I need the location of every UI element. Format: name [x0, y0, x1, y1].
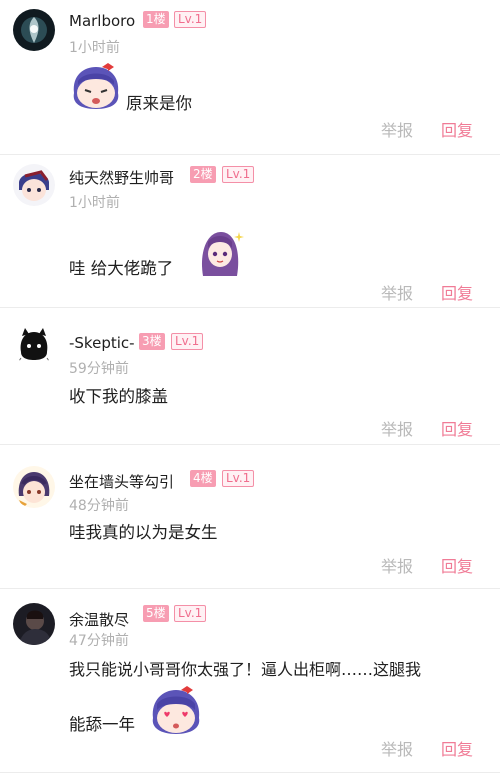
report-button[interactable]: 举报 [381, 280, 413, 304]
timestamp: 1小时前 [69, 40, 120, 56]
floor-badge: 1楼 [143, 11, 169, 28]
avatar[interactable] [13, 603, 55, 645]
purple-hair-girl-sticker-icon [201, 232, 244, 276]
avatar[interactable] [13, 324, 55, 366]
comment-text-line-2: 能舔一年 [69, 715, 135, 734]
anime-girl-sticker-icon [73, 63, 119, 109]
reply-button[interactable]: 回复 [441, 553, 473, 577]
timestamp: 59分钟前 [69, 361, 129, 377]
comment-item: -Skeptic- 3楼 Lv.1 59分钟前 收下我的膝盖 举报 回复 [0, 308, 500, 445]
comment-item: Marlboro 1楼 Lv.1 1小时前 原来是你 举报 回复 [0, 0, 500, 155]
level-badge: Lv.1 [222, 470, 255, 487]
report-button[interactable]: 举报 [381, 117, 413, 141]
avatar[interactable] [13, 9, 55, 51]
username[interactable]: Marlboro [69, 12, 135, 30]
comment-text: 我只能说小哥哥你太强了！逼人出柜啊……这腿我 [69, 660, 422, 679]
floor-badge: 4楼 [190, 470, 216, 487]
level-badge: Lv.1 [171, 333, 204, 350]
report-button[interactable]: 举报 [381, 553, 413, 577]
reply-button[interactable]: 回复 [441, 280, 473, 304]
reply-button[interactable]: 回复 [441, 416, 473, 440]
timestamp: 48分钟前 [69, 498, 129, 514]
floor-badge: 2楼 [190, 166, 216, 183]
username[interactable]: 余温散尽 [69, 609, 129, 630]
level-badge: Lv.1 [222, 166, 255, 183]
floor-badge: 3楼 [139, 333, 165, 350]
heart-eyes-girl-sticker-icon [152, 686, 200, 734]
avatar[interactable] [13, 466, 55, 508]
level-badge: Lv.1 [174, 605, 207, 622]
avatar[interactable] [13, 164, 55, 206]
comment-text: 哇我真的以为是女生 [69, 523, 218, 542]
timestamp: 47分钟前 [69, 633, 129, 649]
username[interactable]: -Skeptic- [69, 334, 135, 352]
report-button[interactable]: 举报 [381, 416, 413, 440]
comment-text: 收下我的膝盖 [69, 387, 168, 406]
timestamp: 1小时前 [69, 195, 120, 211]
username[interactable]: 纯天然野生帅哥 [69, 167, 174, 188]
comment-item: 余温散尽 5楼 Lv.1 47分钟前 我只能说小哥哥你太强了！逼人出柜啊……这腿… [0, 589, 500, 773]
reply-button[interactable]: 回复 [441, 736, 473, 760]
comment-item: 坐在墙头等勾引 4楼 Lv.1 48分钟前 哇我真的以为是女生 举报 回复 [0, 445, 500, 589]
floor-badge: 5楼 [143, 605, 169, 622]
report-button[interactable]: 举报 [381, 736, 413, 760]
level-badge: Lv.1 [174, 11, 207, 28]
comment-text: 原来是你 [126, 94, 192, 113]
comment-item: 纯天然野生帅哥 2楼 Lv.1 1小时前 哇 给大佬跪了 举报 回复 [0, 155, 500, 308]
username[interactable]: 坐在墙头等勾引 [69, 471, 174, 492]
comment-text: 哇 给大佬跪了 [69, 259, 174, 278]
reply-button[interactable]: 回复 [441, 117, 473, 141]
